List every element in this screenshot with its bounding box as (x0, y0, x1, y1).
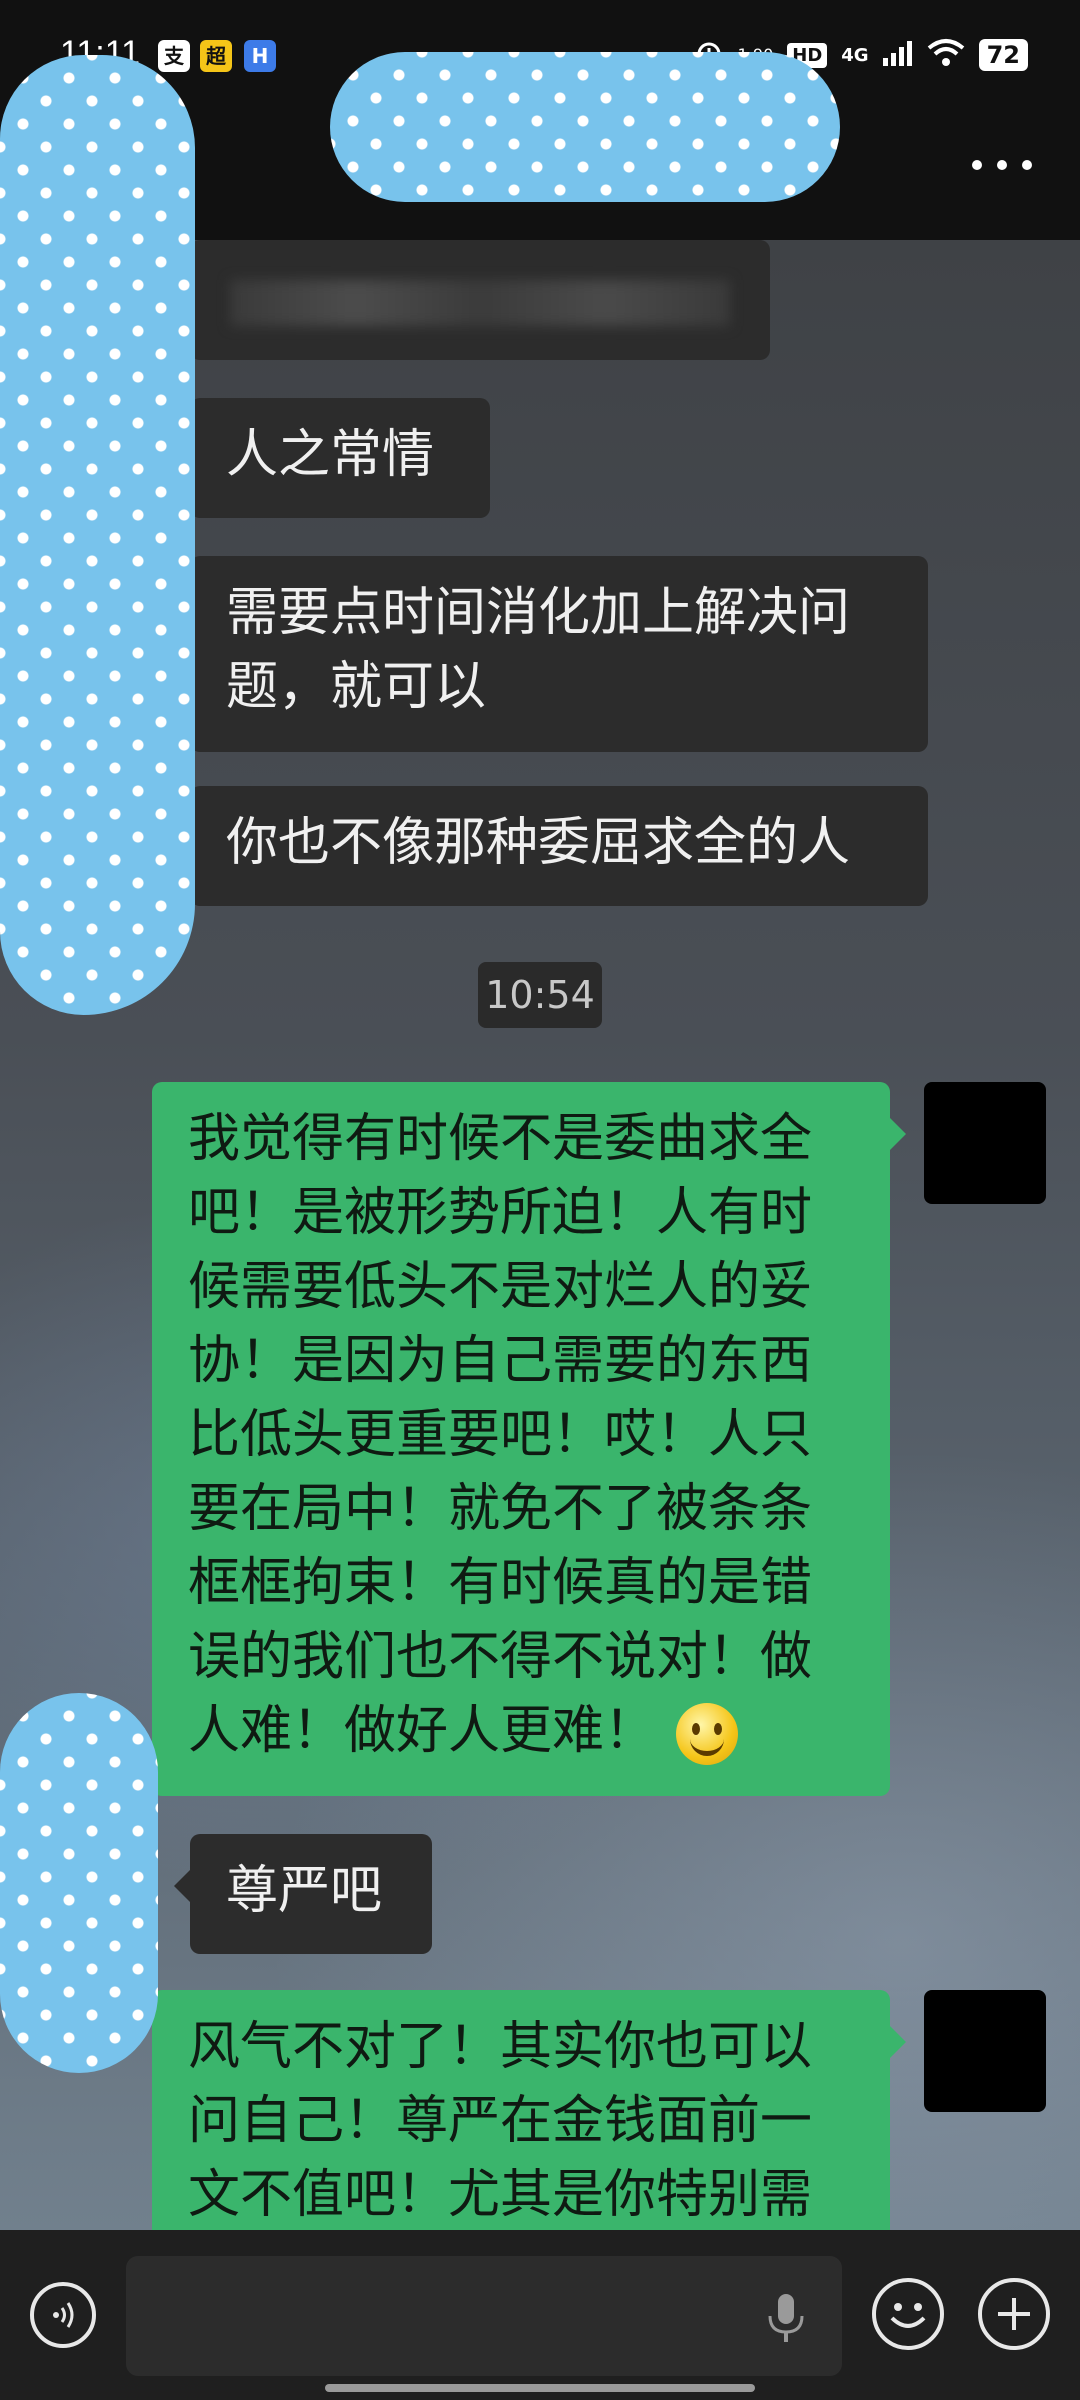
signal-icon (882, 40, 913, 70)
message-bubble[interactable]: 你也不像那种委屈求全的人 (174, 786, 928, 906)
more-dots-icon[interactable] (972, 150, 1032, 180)
input-bar (0, 2230, 1080, 2400)
battery-icon: 72 (978, 39, 1028, 71)
redacted-avatar (0, 1693, 158, 2073)
smile-emoji-icon (676, 1703, 739, 1765)
app-icon: 超 (200, 40, 232, 72)
message-bubble[interactable]: 尊严吧 (174, 1834, 432, 1954)
message-bubble-self[interactable]: 风气不对了！其实你也可以问自己！尊严在金钱面前一文不值吧！尤其是你特别需 (152, 1990, 906, 2230)
wifi-icon (927, 38, 965, 72)
alipay-icon: 支 (158, 40, 190, 72)
message-text: 风气不对了！其实你也可以问自己！尊严在金钱面前一文不值吧！尤其是你特别需 (188, 2017, 813, 2225)
redacted-avatar (0, 55, 195, 1015)
message-text: 我觉得有时候不是委曲求全吧！是被形势所迫！人有时候需要低头不是对烂人的妥协！是因… (188, 1109, 813, 1761)
message-text: 人之常情 (226, 425, 435, 485)
network-type: 4G (841, 44, 869, 66)
plus-icon[interactable] (978, 2278, 1050, 2350)
mic-icon[interactable] (766, 2292, 806, 2344)
emoji-icon[interactable] (872, 2278, 944, 2350)
avatar[interactable] (924, 1082, 1046, 1204)
voice-icon[interactable] (30, 2282, 96, 2348)
blurred-message-bubble (190, 240, 770, 360)
message-bubble-self[interactable]: 我觉得有时候不是委曲求全吧！是被形势所迫！人有时候需要低头不是对烂人的妥协！是因… (152, 1082, 906, 1796)
message-text: 尊严吧 (226, 1861, 383, 1921)
avatar[interactable] (924, 1990, 1046, 2112)
app-icon: H (244, 40, 276, 72)
message-text: 你也不像那种委屈求全的人 (226, 813, 851, 873)
message-input[interactable] (126, 2256, 842, 2376)
redacted-title (330, 52, 840, 202)
message-text: 需要点时间消化加上解决问题，就可以 (226, 583, 851, 717)
message-bubble[interactable]: 人之常情 (174, 398, 490, 518)
gesture-nav-bar[interactable] (325, 2384, 755, 2392)
timestamp: 10:54 (478, 962, 602, 1028)
message-bubble[interactable]: 需要点时间消化加上解决问题，就可以 (174, 556, 928, 752)
